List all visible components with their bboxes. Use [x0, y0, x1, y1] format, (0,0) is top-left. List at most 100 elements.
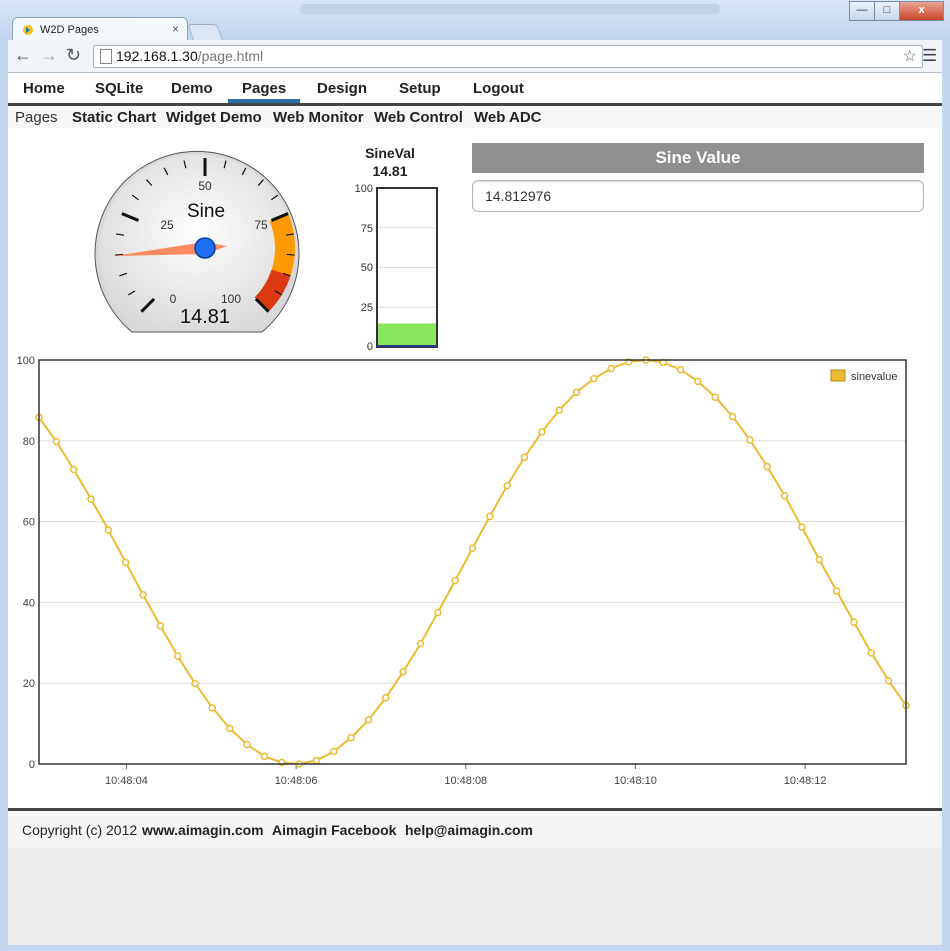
legend-label-sinevalue: sinevalue	[851, 371, 897, 383]
gauge-tick-label-0: 0	[170, 292, 177, 306]
data-point	[694, 377, 702, 386]
data-point	[555, 406, 563, 414]
url-path: /page.html	[197, 48, 264, 64]
data-point	[590, 374, 598, 383]
bookmark-star-icon[interactable]: ☆	[903, 46, 917, 66]
vbar-value: 14.81	[372, 163, 407, 179]
x-tick-label: 10:48:10	[614, 775, 657, 787]
vbar-baseline	[377, 345, 437, 347]
address-bar[interactable]: 192.168.1.30/page.html ☆	[93, 45, 923, 68]
sub-nav: Pages Static Chart Widget Demo Web Monit…	[8, 106, 942, 128]
data-point	[364, 716, 373, 724]
vbar-tick-100: 100	[355, 183, 373, 195]
series-points-sinevalue	[35, 356, 910, 768]
subnav-widget-demo[interactable]: Widget Demo	[166, 109, 262, 126]
data-point	[416, 639, 425, 648]
data-point	[746, 436, 754, 444]
data-point	[538, 428, 546, 436]
data-point	[867, 649, 876, 657]
favicon-icon	[23, 25, 33, 35]
nav-logout[interactable]: Logout	[473, 80, 524, 97]
nav-setup[interactable]: Setup	[399, 80, 441, 97]
gauge-tick-label-25: 25	[160, 218, 174, 232]
data-point	[69, 465, 78, 474]
minimize-button[interactable]: —	[849, 1, 875, 21]
vbar-fill	[377, 323, 437, 347]
new-tab-button[interactable]	[187, 24, 223, 40]
sine-gauge: 25 50 75 0 100 Sine 14.81	[94, 150, 300, 333]
y-tick-label: 60	[23, 517, 35, 529]
nav-sqlite[interactable]: SQLite	[95, 80, 143, 97]
footer-email-link[interactable]: help@aimagin.com	[405, 822, 533, 838]
footer-facebook-link[interactable]: Aimagin Facebook	[272, 822, 396, 838]
data-point	[832, 587, 841, 595]
main-nav: Home SQLite Demo Pages Design Setup Logo…	[8, 73, 942, 106]
data-point	[225, 724, 234, 733]
data-point	[260, 752, 269, 761]
vbar-tick-0: 0	[367, 341, 373, 353]
chart-legend: sinevalue	[830, 369, 897, 383]
gauge-tick-label-100: 100	[221, 292, 241, 306]
data-point	[173, 652, 182, 660]
subnav-web-adc[interactable]: Web ADC	[474, 109, 542, 126]
data-point	[347, 733, 355, 742]
data-point	[815, 555, 824, 564]
window-bottom-border	[0, 945, 950, 951]
forward-arrow-icon[interactable]: →	[40, 46, 58, 64]
y-tick-label: 0	[29, 759, 35, 771]
data-point	[121, 558, 130, 567]
close-window-button[interactable]: x	[899, 1, 944, 21]
y-tick-label: 100	[17, 355, 35, 367]
data-point	[399, 668, 407, 676]
x-tick-label: 10:48:12	[784, 775, 827, 787]
gauge-label: Sine	[187, 201, 225, 222]
data-point	[52, 437, 61, 446]
y-tick-label: 80	[23, 436, 35, 448]
x-tick-label: 10:48:06	[275, 775, 318, 787]
sineval-bar-widget: SineVal 14.81 100 75 50 25 0	[355, 145, 438, 353]
data-point	[382, 693, 390, 702]
data-point	[451, 576, 459, 585]
vbar-grid	[377, 187, 437, 348]
vbar-title: SineVal	[365, 145, 415, 161]
reload-icon[interactable]: ↻	[66, 46, 81, 64]
subnav-static-chart[interactable]: Static Chart	[72, 109, 156, 126]
y-tick-label: 20	[23, 678, 35, 690]
tab-close-icon[interactable]: ×	[172, 22, 179, 36]
gauge-tick-label-75: 75	[254, 218, 268, 232]
subnav-web-monitor[interactable]: Web Monitor	[273, 109, 364, 126]
browser-menu-icon[interactable]: ☰	[922, 46, 937, 66]
sine-value-field[interactable]	[472, 180, 924, 212]
nav-design[interactable]: Design	[317, 80, 367, 97]
browser-toolbar: ← → ↻ 192.168.1.30/page.html ☆ ☰	[8, 40, 942, 73]
chart-x-axis: 10:48:04 10:48:06 10:48:08 10:48:10 10:48:12	[105, 764, 827, 787]
footer-site-link[interactable]: www.aimagin.com	[142, 822, 264, 838]
x-tick-label: 10:48:08	[444, 775, 487, 787]
vbar-tick-50: 50	[361, 262, 373, 274]
sinevalue-line-chart: 020406080100 10:48:04 10:48:06 10:48:08 10:…	[17, 355, 910, 787]
data-point	[486, 512, 494, 521]
nav-home[interactable]: Home	[23, 80, 65, 97]
subnav-web-control[interactable]: Web Control	[374, 109, 463, 126]
data-point	[780, 491, 789, 500]
data-point	[850, 618, 858, 626]
data-point	[884, 677, 893, 685]
vbar-tick-25: 25	[361, 302, 373, 314]
sine-value-heading: Sine Value	[472, 143, 924, 173]
chart-frame	[38, 359, 907, 765]
page-content: Home SQLite Demo Pages Design Setup Logo…	[8, 73, 942, 945]
chart-grid	[39, 440, 906, 684]
data-point	[312, 756, 321, 765]
data-point	[468, 544, 477, 553]
gauge-tick-label-50: 50	[198, 179, 212, 193]
nav-pages[interactable]: Pages	[242, 80, 286, 97]
series-line-sinevalue	[38, 358, 907, 766]
nav-demo[interactable]: Demo	[171, 80, 213, 97]
data-point	[191, 679, 199, 688]
gauge-hub	[194, 237, 216, 259]
maximize-button[interactable]: □	[874, 1, 900, 21]
back-arrow-icon[interactable]: ←	[14, 46, 32, 64]
data-point	[330, 747, 338, 756]
data-point	[711, 393, 720, 401]
data-point	[520, 453, 529, 462]
